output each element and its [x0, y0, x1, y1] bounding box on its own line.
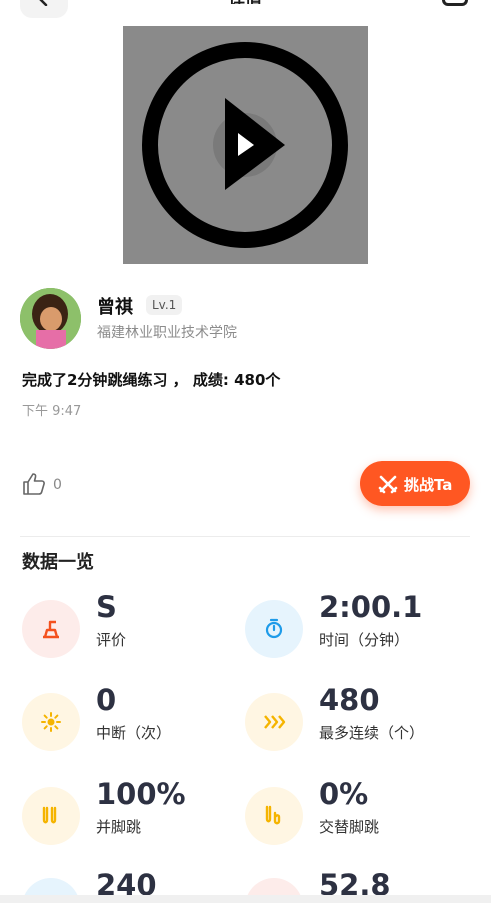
stat-label: 评价 — [96, 631, 127, 649]
chevron-left-icon — [39, 0, 48, 6]
stat-max-streak: 480 最多连续（个） — [245, 683, 465, 763]
alternate-feet-icon — [245, 787, 303, 845]
stat-alternate-feet: 0% 交替脚跳 — [245, 777, 465, 857]
user-name[interactable]: 曾祺 — [97, 293, 133, 319]
stat-value: 2:00.1 — [319, 590, 423, 624]
stat-label: 最多连续（个） — [319, 724, 425, 742]
thumbs-up-icon — [23, 473, 45, 495]
stat-value: 100% — [96, 777, 186, 811]
chevrons-right-icon — [245, 693, 303, 751]
share-icon[interactable] — [442, 0, 468, 6]
sun-icon — [22, 693, 80, 751]
page-title: 详情 — [200, 0, 290, 4]
avatar[interactable] — [20, 288, 81, 349]
stat-label: 并脚跳 — [96, 818, 142, 836]
stat-rating: S 评价 — [22, 590, 242, 670]
post-summary: 完成了2分钟跳绳练习 ， 成绩: 480个 — [22, 371, 281, 389]
challenge-label: 挑战Ta — [404, 476, 453, 494]
like-count: 0 — [53, 477, 62, 493]
stat-value: 0% — [319, 777, 369, 811]
video-player[interactable] — [123, 26, 368, 264]
level-badge: Lv.1 — [146, 295, 183, 315]
bottom-bar — [0, 895, 491, 903]
section-title: 数据一览 — [22, 552, 94, 573]
challenge-button[interactable]: 挑战Ta — [360, 461, 470, 506]
rating-icon — [22, 600, 80, 658]
divider — [20, 536, 470, 537]
stat-value: 0 — [96, 683, 117, 717]
crossed-swords-icon — [378, 475, 398, 494]
stat-label: 时间（分钟） — [319, 631, 410, 649]
stopwatch-icon — [245, 600, 303, 658]
user-school: 福建林业职业技术学院 — [97, 325, 237, 341]
both-feet-icon — [22, 787, 80, 845]
top-bar: 详情 — [0, 0, 491, 20]
stat-label: 中断（次） — [96, 724, 172, 742]
stat-interruptions: 0 中断（次） — [22, 683, 242, 763]
play-icon — [142, 42, 348, 248]
like-button[interactable]: 0 — [22, 472, 72, 498]
back-button[interactable] — [20, 0, 68, 18]
stat-value: 480 — [319, 683, 380, 717]
stat-value: S — [96, 590, 117, 624]
avatar-image — [20, 288, 81, 349]
post-time: 下午 9:47 — [22, 404, 82, 419]
stat-both-feet: 100% 并脚跳 — [22, 777, 242, 857]
stat-label: 交替脚跳 — [319, 818, 380, 836]
stat-time: 2:00.1 时间（分钟） — [245, 590, 465, 670]
